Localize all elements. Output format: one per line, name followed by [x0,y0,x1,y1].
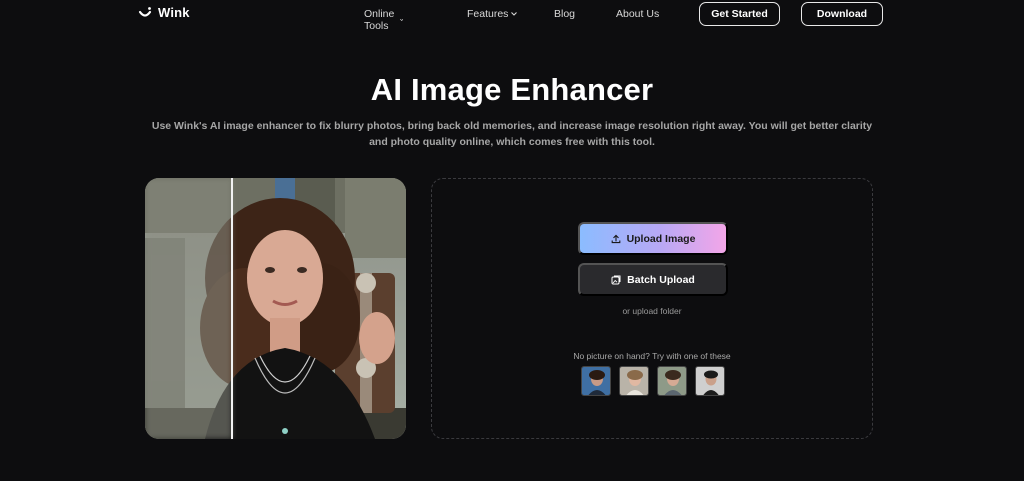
upload-folder-link[interactable]: or upload folder [432,306,872,316]
download-button[interactable]: Download [801,2,883,26]
top-nav: Wink Online Tools Features Blog About Us… [0,0,1024,32]
nav-features[interactable]: Features [467,8,518,20]
upload-image-label: Upload Image [626,232,696,245]
sample-image-3[interactable] [657,366,687,396]
nav-online-tools[interactable]: Online Tools [364,8,404,32]
sample-images [581,366,725,396]
page-subtitle: Use Wink's AI image enhancer to fix blur… [151,120,873,148]
get-started-button[interactable]: Get Started [699,2,780,26]
nav-blog[interactable]: Blog [554,8,575,20]
sample-image-1[interactable] [581,366,611,396]
sample-thumbnail [658,367,686,395]
wink-logo-icon [138,6,152,17]
nav-blog-label: Blog [554,8,576,20]
sample-thumbnail [582,367,610,395]
chevron-down-icon [511,12,518,16]
nav-online-tools-label: Online Tools [364,8,395,32]
nav-features-label: Features [467,8,509,20]
chevron-down-icon [399,18,404,22]
upload-dropzone[interactable]: Upload Image Batch Upload or upload fold… [431,178,873,439]
sample-thumbnail [696,367,724,395]
portrait-photo [145,178,406,439]
sample-thumbnail [620,367,648,395]
upload-icon [611,234,620,243]
sample-image-2[interactable] [619,366,649,396]
batch-upload-button[interactable]: Batch Upload [578,263,728,296]
logo[interactable]: Wink [138,5,190,20]
nav-about-us-label: About Us [616,8,660,20]
sample-image-4[interactable] [695,366,725,396]
nav-about-us[interactable]: About Us [616,8,659,20]
page-title: AI Image Enhancer [370,72,654,107]
sample-prompt-text: No picture on hand? Try with one of thes… [573,351,731,361]
logo-text: Wink [158,5,190,20]
before-after-image[interactable] [145,178,406,439]
batch-images-icon [611,275,621,284]
upload-image-button[interactable]: Upload Image [578,222,728,255]
batch-upload-label: Batch Upload [627,273,695,286]
